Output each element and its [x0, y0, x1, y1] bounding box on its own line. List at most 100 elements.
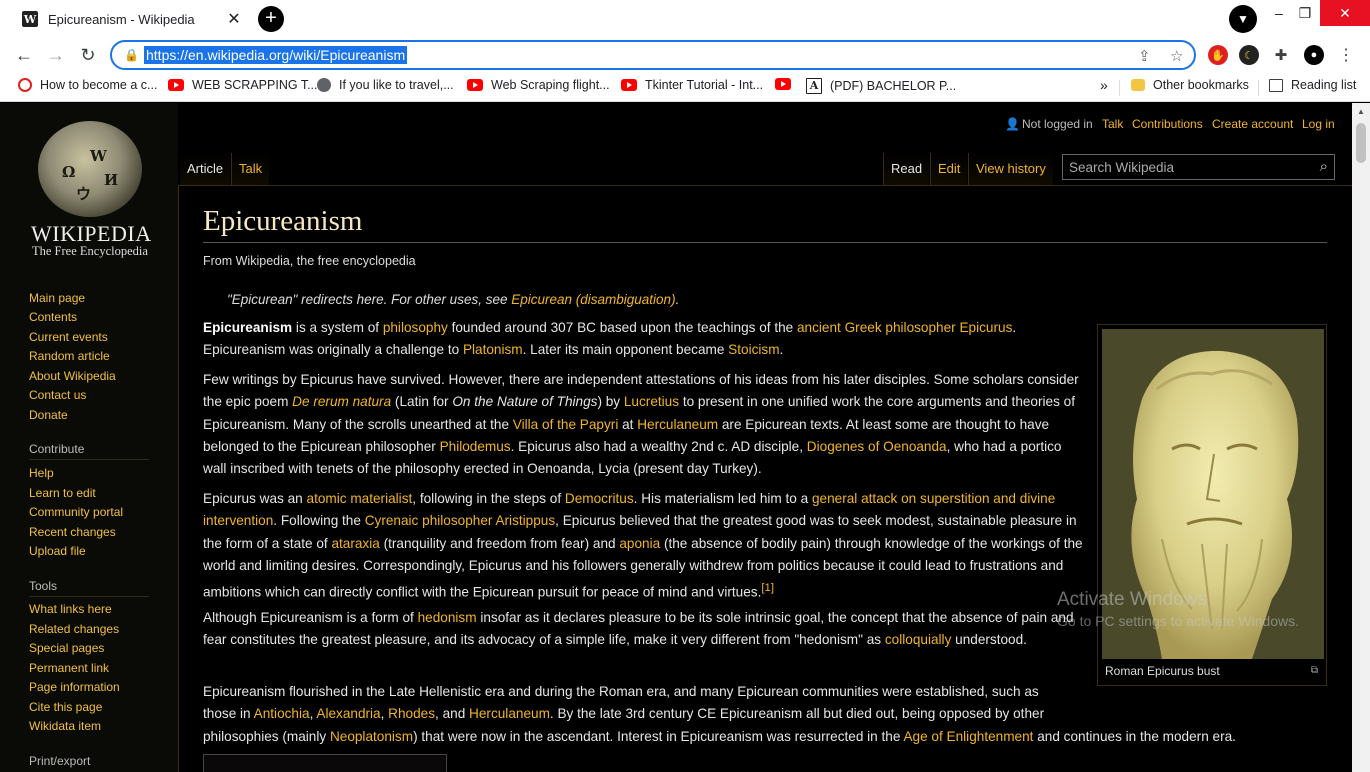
wikipedia-sidebar: W Ω И ウ WIKIPEDIA The Free Encyclopedia … [0, 103, 178, 772]
sidebar-heading-print-export[interactable]: Print/export [29, 754, 90, 768]
link[interactable]: Cyrenaic philosopher [365, 513, 493, 528]
sidebar-item-upload-file[interactable]: Upload file [29, 544, 86, 558]
reading-list-label: Reading list [1291, 78, 1357, 92]
close-window-button[interactable]: ✕ [1320, 0, 1370, 26]
more-bookmarks-chevron-icon[interactable]: » [1100, 77, 1108, 93]
profile-avatar-icon[interactable]: ● [1304, 45, 1324, 65]
share-icon[interactable]: ⇪ [1138, 47, 1151, 65]
sidebar-item-donate[interactable]: Donate [29, 408, 68, 422]
sidebar-item-what-links-here[interactable]: What links here [29, 602, 112, 616]
sidebar-item-learn-to-edit[interactable]: Learn to edit [29, 486, 96, 500]
extension-icon[interactable]: ☾ [1239, 45, 1259, 65]
search-icon[interactable]: ⌕ [1320, 158, 1328, 175]
sidebar-item-about[interactable]: About Wikipedia [29, 369, 116, 383]
sidebar-item-contents[interactable]: Contents [29, 310, 77, 324]
link[interactable]: Platonism [463, 342, 523, 357]
bookmark-item[interactable]: If you like to travel,... [317, 78, 454, 92]
scrollbar-thumb[interactable] [1356, 123, 1366, 163]
wikipedia-globe-logo-icon[interactable]: W Ω И ウ [38, 121, 142, 217]
bookmark-item[interactable]: How to become a c... [18, 78, 157, 92]
user-icon: 👤 [1005, 117, 1020, 131]
sidebar-item-recent-changes[interactable]: Recent changes [29, 525, 116, 539]
vertical-scrollbar[interactable]: ▲ [1352, 103, 1370, 772]
enlarge-icon[interactable]: ⧉ [1311, 665, 1318, 676]
link[interactable]: Aristippus [495, 513, 555, 528]
link[interactable]: aponia [619, 536, 660, 551]
browser-toolbar: ← → ↻ 🔒 https://en.wikipedia.org/wiki/Ep… [0, 38, 1370, 72]
tab-edit[interactable]: Edit [930, 153, 968, 185]
sidebar-item-cite-this-page[interactable]: Cite this page [29, 700, 102, 714]
link[interactable]: Rhodes [388, 706, 435, 721]
search-input[interactable] [1063, 155, 1303, 179]
link[interactable]: Antiochia [254, 706, 310, 721]
bookmark-item[interactable]: WEB SCRAPPING T... [168, 78, 318, 92]
bookmark-item[interactable]: Tkinter Tutorial - Int... [621, 78, 763, 92]
bookmark-label: Web Scraping flight... [491, 78, 610, 92]
link[interactable]: Diogenes of Oenoanda [807, 439, 947, 454]
link[interactable]: ataraxia [331, 536, 379, 551]
tab-article[interactable]: Article [180, 153, 231, 185]
link[interactable]: Age of Enlightenment [903, 729, 1033, 744]
link[interactable]: philosophy [383, 320, 448, 335]
sidebar-item-help[interactable]: Help [29, 466, 54, 480]
scroll-up-arrow-icon[interactable]: ▲ [1357, 107, 1365, 116]
sidebar-divider [29, 596, 149, 597]
sidebar-item-permanent-link[interactable]: Permanent link [29, 661, 109, 675]
browser-tab[interactable]: W Epicureanism - Wikipedia ✕ [12, 2, 252, 36]
sidebar-item-random-article[interactable]: Random article [29, 349, 110, 363]
url-text[interactable]: https://en.wikipedia.org/wiki/Epicureani… [144, 46, 408, 64]
bookmark-item[interactable] [775, 78, 799, 90]
link[interactable]: Neoplatonism [330, 729, 413, 744]
other-bookmarks-folder[interactable]: Other bookmarks [1131, 78, 1249, 92]
sidebar-item-related-changes[interactable]: Related changes [29, 622, 119, 636]
close-tab-icon[interactable]: ✕ [226, 9, 242, 29]
bookmark-star-icon[interactable]: ☆ [1170, 47, 1183, 65]
log-in-link[interactable]: Log in [1302, 117, 1335, 131]
reload-button[interactable]: ↻ [76, 43, 100, 67]
sidebar-item-contact[interactable]: Contact us [29, 388, 86, 402]
reading-list-button[interactable]: Reading list [1269, 78, 1356, 92]
bookmark-item[interactable]: Web Scraping flight... [467, 78, 610, 92]
link[interactable]: ancient Greek philosopher [797, 320, 956, 335]
citation-link[interactable]: [1] [761, 582, 774, 594]
adblock-extension-icon[interactable]: ✋ [1208, 45, 1228, 65]
link[interactable]: colloquially [885, 632, 952, 647]
link[interactable]: hedonism [418, 610, 477, 625]
link[interactable]: Democritus [565, 491, 634, 506]
contributions-link[interactable]: Contributions [1132, 117, 1203, 131]
sidebar-item-community-portal[interactable]: Community portal [29, 505, 123, 519]
link[interactable]: Alexandria [316, 706, 380, 721]
create-account-link[interactable]: Create account [1212, 117, 1293, 131]
link[interactable]: Villa of the Papyri [513, 417, 619, 432]
link[interactable]: Herculaneum [637, 417, 718, 432]
bookmark-item[interactable]: A (PDF) BACHELOR P... [806, 78, 956, 94]
sidebar-item-current-events[interactable]: Current events [29, 330, 108, 344]
link[interactable]: De rerum natura [292, 394, 391, 409]
back-button[interactable]: ← [12, 43, 36, 67]
extensions-puzzle-icon[interactable]: ✚ [1271, 45, 1291, 65]
hatnote: "Epicurean" redirects here. For other us… [227, 292, 679, 307]
link[interactable]: atomic materialist [307, 491, 413, 506]
link[interactable]: Lucretius [624, 394, 679, 409]
disambiguation-link[interactable]: Epicurean (disambiguation) [511, 292, 675, 307]
forward-button[interactable]: → [44, 43, 68, 67]
tab-search-chevron-icon[interactable]: ▼ [1229, 5, 1257, 33]
link[interactable]: Herculaneum [469, 706, 550, 721]
tab-read[interactable]: Read [883, 153, 930, 185]
tab-view-history[interactable]: View history [968, 153, 1053, 185]
tab-talk[interactable]: Talk [231, 153, 270, 185]
new-tab-button[interactable]: + [258, 6, 284, 32]
sidebar-item-special-pages[interactable]: Special pages [29, 641, 104, 655]
bookmark-label: WEB SCRAPPING T... [192, 78, 318, 92]
sidebar-item-page-information[interactable]: Page information [29, 680, 120, 694]
menu-kebab-icon[interactable]: ⋮ [1336, 45, 1356, 65]
link[interactable]: Stoicism [728, 342, 779, 357]
activate-windows-subtitle: Go to PC settings to activate Windows. [1057, 613, 1299, 629]
sidebar-item-main-page[interactable]: Main page [29, 291, 85, 305]
link[interactable]: Philodemus [440, 439, 511, 454]
talk-link[interactable]: Talk [1102, 117, 1123, 131]
address-bar[interactable]: 🔒 https://en.wikipedia.org/wiki/Epicurea… [110, 40, 1196, 70]
link[interactable]: Epicurus [959, 320, 1012, 335]
sidebar-item-wikidata-item[interactable]: Wikidata item [29, 719, 101, 733]
lock-icon[interactable]: 🔒 [124, 48, 139, 62]
